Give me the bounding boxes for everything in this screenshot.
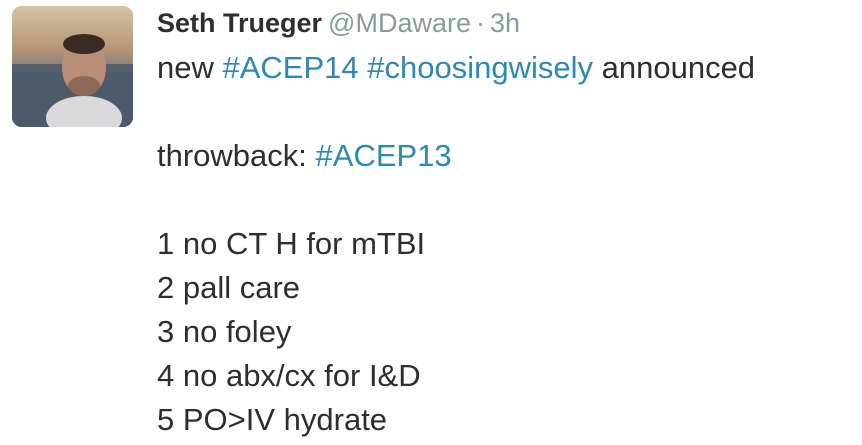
hashtag-acep13[interactable]: #ACEP13	[316, 138, 452, 173]
list-item: 2 pall care	[157, 270, 301, 305]
separator-dot: ·	[475, 8, 485, 38]
list-item: 4 no abx/cx for I&D	[157, 358, 421, 393]
list-item: 3 no foley	[157, 314, 292, 349]
hashtag-acep14[interactable]: #ACEP14	[223, 50, 359, 85]
hashtag-choosingwisely[interactable]: #choosingwisely	[367, 50, 593, 85]
author-name[interactable]: Seth Trueger	[157, 8, 322, 38]
list-item: 1 no CT H for mTBI	[157, 226, 426, 261]
tweet-line-1: new #ACEP14 #choosingwisely announced	[157, 46, 857, 90]
tweet-header: Seth Trueger @MDaware · 3h	[157, 2, 520, 44]
list-item: 5 PO>IV hydrate	[157, 402, 388, 437]
text-announced: announced	[601, 50, 756, 85]
tweet: Seth Trueger @MDaware · 3h new #ACEP14 #cho…	[0, 0, 862, 445]
timestamp[interactable]: 3h	[490, 8, 520, 38]
text-new: new	[157, 50, 214, 85]
author-handle[interactable]: @MDaware	[328, 8, 471, 38]
tweet-text: new #ACEP14 #choosingwisely announced th…	[157, 46, 857, 442]
tweet-line-2: throwback: #ACEP13	[157, 134, 857, 178]
avatar[interactable]	[12, 6, 133, 127]
profile-photo-icon	[12, 6, 133, 127]
text-throwback: throwback:	[157, 138, 307, 173]
